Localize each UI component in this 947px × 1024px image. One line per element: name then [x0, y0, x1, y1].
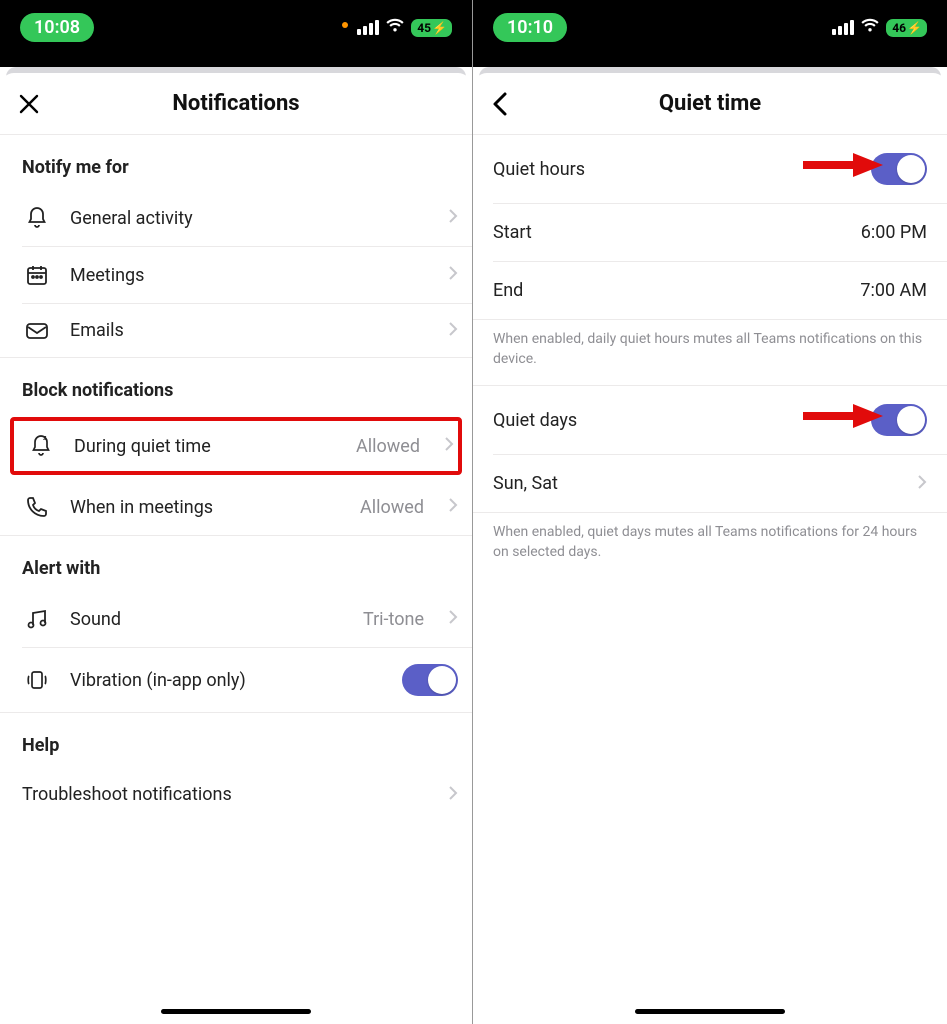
row-label: Quiet hours	[493, 159, 585, 180]
back-button[interactable]	[491, 91, 509, 117]
row-value: 7:00 AM	[860, 280, 927, 301]
nav-header: Notifications	[0, 73, 472, 135]
sleep-bell-icon: z	[26, 433, 56, 459]
row-selected-days[interactable]: Sun, Sat	[473, 455, 947, 512]
chevron-right-icon	[448, 321, 458, 341]
chevron-right-icon	[448, 497, 458, 517]
chevron-right-icon	[448, 609, 458, 629]
battery-level: 46	[892, 21, 906, 35]
quiet-days-helper: When enabled, quiet days mutes all Teams…	[473, 513, 947, 578]
charging-icon: ⚡	[907, 21, 922, 35]
home-indicator[interactable]	[161, 1009, 311, 1014]
row-value: 6:00 PM	[861, 222, 927, 243]
row-label: General activity	[70, 208, 430, 229]
battery-indicator: 46⚡	[886, 19, 927, 37]
section-notify-title: Notify me for	[0, 135, 472, 190]
row-vibration: Vibration (in-app only)	[0, 648, 472, 712]
row-sound[interactable]: Sound Tri-tone	[0, 591, 472, 647]
chevron-left-icon	[491, 91, 509, 117]
row-label: Sun, Sat	[493, 473, 558, 494]
mail-icon	[22, 321, 52, 341]
section-help-title: Help	[0, 713, 472, 768]
row-value: Tri-tone	[363, 609, 424, 630]
row-when-in-meetings[interactable]: When in meetings Allowed	[0, 479, 472, 535]
close-icon	[18, 93, 40, 115]
row-label: During quiet time	[74, 436, 338, 457]
row-label: Start	[493, 222, 532, 243]
row-start-time[interactable]: Start 6:00 PM	[473, 204, 947, 261]
row-label: Vibration (in-app only)	[70, 670, 384, 691]
right-screenshot: 10:10 46⚡ Quiet time Quiet hours Start 6…	[473, 0, 947, 1024]
row-value: Allowed	[356, 436, 420, 457]
bell-icon	[22, 206, 52, 230]
calendar-icon	[22, 263, 52, 287]
sheet-backdrop	[0, 55, 472, 67]
row-quiet-hours: Quiet hours	[473, 135, 947, 203]
row-end-time[interactable]: End 7:00 AM	[473, 262, 947, 319]
status-indicators: 46⚡	[832, 18, 927, 37]
page-title: Quiet time	[659, 91, 761, 116]
cellular-icon	[357, 20, 379, 35]
battery-level: 45	[417, 21, 431, 35]
row-general-activity[interactable]: General activity	[0, 190, 472, 246]
row-value: Allowed	[360, 497, 424, 518]
chevron-right-icon	[917, 474, 927, 494]
phone-icon	[22, 495, 52, 519]
row-meetings[interactable]: Meetings	[0, 247, 472, 303]
row-emails[interactable]: Emails	[0, 304, 472, 357]
cellular-icon	[832, 20, 854, 35]
close-button[interactable]	[18, 93, 40, 115]
row-label: Troubleshoot notifications	[22, 784, 430, 805]
status-bar: 10:08 45⚡	[0, 0, 472, 55]
chevron-right-icon	[448, 265, 458, 285]
row-quiet-days: Quiet days	[473, 386, 947, 454]
status-bar: 10:10 46⚡	[473, 0, 947, 55]
quiet-hours-helper: When enabled, daily quiet hours mutes al…	[473, 320, 947, 385]
nav-header: Quiet time	[473, 73, 947, 135]
wifi-icon	[385, 18, 405, 37]
row-label: Emails	[70, 320, 430, 341]
mic-dot-icon	[342, 22, 348, 28]
sheet-backdrop	[473, 55, 947, 67]
music-icon	[22, 607, 52, 631]
battery-indicator: 45⚡	[411, 19, 452, 37]
row-label: Sound	[70, 609, 345, 630]
home-indicator[interactable]	[635, 1009, 785, 1014]
vibration-icon	[22, 668, 52, 692]
quiet-hours-toggle[interactable]	[871, 153, 927, 185]
chevron-right-icon	[448, 208, 458, 228]
row-label: End	[493, 280, 523, 301]
status-time: 10:08	[20, 13, 94, 42]
row-label: Meetings	[70, 265, 430, 286]
quiet-days-toggle[interactable]	[871, 404, 927, 436]
page-title: Notifications	[172, 91, 299, 116]
row-during-quiet-time[interactable]: z During quiet time Allowed	[10, 417, 462, 475]
status-indicators: 45⚡	[342, 18, 452, 37]
section-alert-title: Alert with	[0, 536, 472, 591]
chevron-right-icon	[448, 785, 458, 805]
svg-text:z: z	[43, 434, 47, 442]
wifi-icon	[860, 18, 880, 37]
row-label: Quiet days	[493, 410, 577, 431]
vibration-toggle[interactable]	[402, 664, 458, 696]
chevron-right-icon	[444, 436, 454, 456]
row-label: When in meetings	[70, 497, 342, 518]
row-troubleshoot[interactable]: Troubleshoot notifications	[0, 768, 472, 821]
left-screenshot: 10:08 45⚡ Notifications Notify me for Ge…	[0, 0, 473, 1024]
status-time: 10:10	[493, 13, 567, 42]
section-block-title: Block notifications	[0, 358, 472, 413]
charging-icon: ⚡	[432, 21, 447, 35]
